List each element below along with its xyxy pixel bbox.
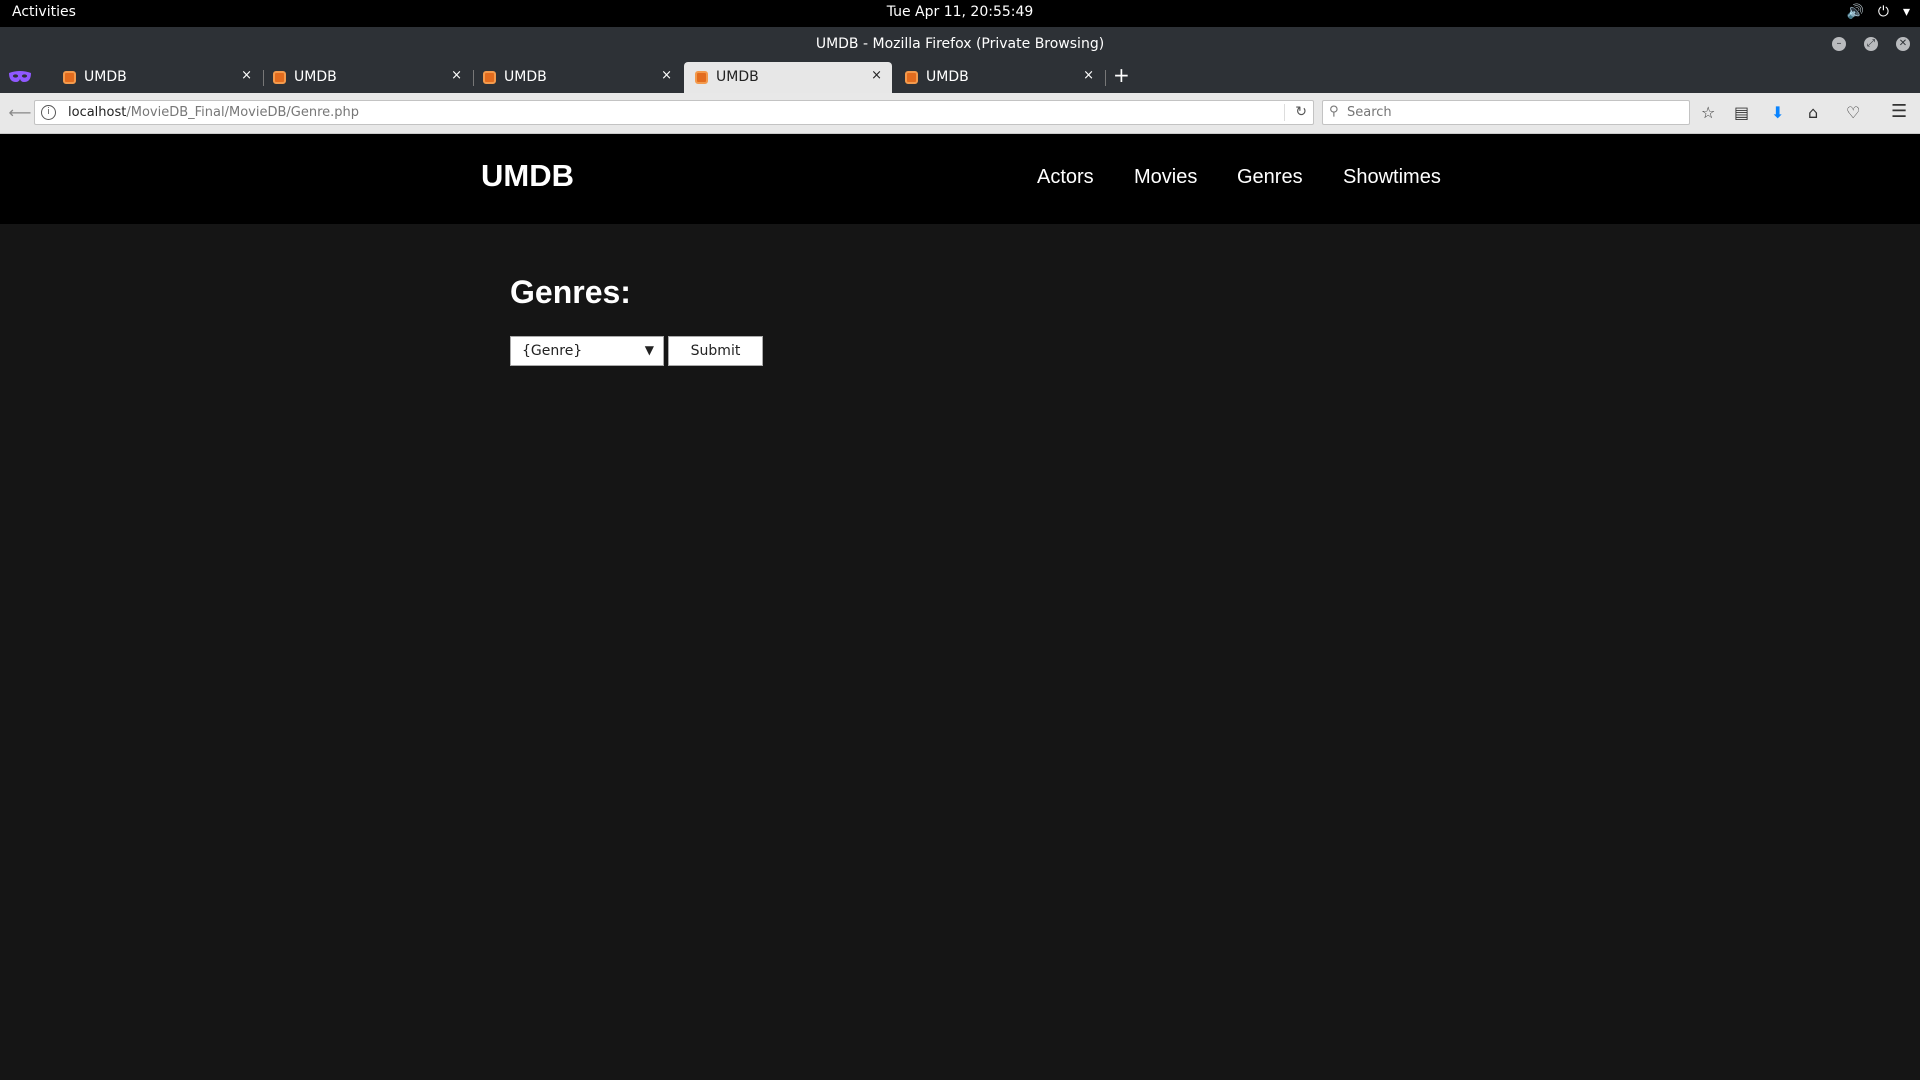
url-text[interactable]: localhost/MovieDB_Final/MovieDB/Genre.ph… xyxy=(68,105,359,120)
navigation-toolbar: ⟵ i localhost/MovieDB_Final/MovieDB/Genr… xyxy=(0,93,1920,134)
back-button[interactable]: ⟵ xyxy=(8,101,32,125)
reload-icon[interactable]: ↻ xyxy=(1295,104,1307,120)
site-info-icon[interactable]: i xyxy=(41,105,56,120)
tab-separator xyxy=(1105,70,1106,86)
page-title: Genres: xyxy=(510,274,631,310)
reader-list-icon[interactable]: ▤ xyxy=(1734,103,1749,122)
home-icon[interactable]: ⌂ xyxy=(1808,103,1818,122)
tab-label: UMDB xyxy=(84,69,127,85)
system-top-bar: Activities Tue Apr 11, 20:55:49 🔊 ⏻ ▾ xyxy=(0,0,1920,27)
tab-close-icon[interactable]: × xyxy=(241,68,252,83)
page-content: Genres: {Genre} ▼ Submit xyxy=(0,224,1920,1080)
hamburger-menu-icon[interactable]: ☰ xyxy=(1891,101,1907,122)
search-icon: ⚲ xyxy=(1329,104,1339,119)
window-title-bar: UMDB - Mozilla Firefox (Private Browsing… xyxy=(0,27,1920,61)
search-input[interactable] xyxy=(1345,104,1679,121)
minimize-button[interactable]: – xyxy=(1832,37,1846,51)
volume-icon[interactable]: 🔊 xyxy=(1846,4,1863,20)
chevron-down-icon[interactable]: ▾ xyxy=(1903,4,1910,20)
bookmark-star-icon[interactable]: ☆ xyxy=(1701,103,1715,122)
site-header: UMDB Actors Movies Genres Showtimes xyxy=(0,134,1920,224)
url-divider xyxy=(1284,104,1285,121)
genre-select-value: {Genre} xyxy=(522,343,583,359)
tab-close-icon[interactable]: × xyxy=(661,68,672,83)
submit-button[interactable]: Submit xyxy=(668,336,763,366)
xampp-favicon-icon xyxy=(483,71,496,84)
tab-label: UMDB xyxy=(294,69,337,85)
power-icon[interactable]: ⏻ xyxy=(1878,4,1889,20)
nav-genres[interactable]: Genres xyxy=(1237,166,1303,189)
close-window-button[interactable]: ✕ xyxy=(1896,37,1910,51)
browser-tab[interactable]: UMDB × xyxy=(472,62,682,93)
system-clock[interactable]: Tue Apr 11, 20:55:49 xyxy=(0,4,1920,20)
window-title: UMDB - Mozilla Firefox (Private Browsing… xyxy=(815,36,1105,52)
tab-label: UMDB xyxy=(716,69,759,85)
tab-label: UMDB xyxy=(504,69,547,85)
xampp-favicon-icon xyxy=(905,71,918,84)
browser-tab[interactable]: UMDB × xyxy=(894,62,1106,93)
system-tray[interactable]: 🔊 ⏻ ▾ xyxy=(1846,4,1910,20)
url-host: localhost xyxy=(68,105,127,120)
tab-strip: UMDB × UMDB × UMDB × UMDB × UMDB × xyxy=(0,61,1920,93)
genre-select[interactable]: {Genre} ▼ xyxy=(510,336,664,366)
browser-tab[interactable]: UMDB × xyxy=(52,62,264,93)
nav-showtimes[interactable]: Showtimes xyxy=(1343,166,1441,189)
xampp-favicon-icon xyxy=(695,71,708,84)
tab-close-icon[interactable]: × xyxy=(451,68,462,83)
xampp-favicon-icon xyxy=(273,71,286,84)
browser-tab[interactable]: UMDB × xyxy=(262,62,474,93)
new-tab-button[interactable]: + xyxy=(1113,63,1130,87)
xampp-favicon-icon xyxy=(63,71,76,84)
url-path: /MovieDB_Final/MovieDB/Genre.php xyxy=(126,105,360,120)
download-icon[interactable]: ⬇ xyxy=(1771,103,1784,122)
tab-close-icon[interactable]: × xyxy=(871,68,882,83)
private-browsing-mask-icon xyxy=(9,71,31,82)
maximize-button[interactable]: ⤢ xyxy=(1864,37,1878,51)
pocket-icon[interactable]: ♡ xyxy=(1846,103,1860,122)
tab-close-icon[interactable]: × xyxy=(1083,68,1094,83)
search-bar[interactable]: ⚲ xyxy=(1322,100,1690,125)
url-bar[interactable]: i localhost/MovieDB_Final/MovieDB/Genre.… xyxy=(34,100,1314,125)
nav-actors[interactable]: Actors xyxy=(1037,166,1094,189)
site-brand[interactable]: UMDB xyxy=(481,158,574,194)
chevron-down-icon: ▼ xyxy=(644,343,654,357)
tab-label: UMDB xyxy=(926,69,969,85)
nav-movies[interactable]: Movies xyxy=(1134,166,1197,189)
browser-tab-active[interactable]: UMDB × xyxy=(684,62,892,93)
